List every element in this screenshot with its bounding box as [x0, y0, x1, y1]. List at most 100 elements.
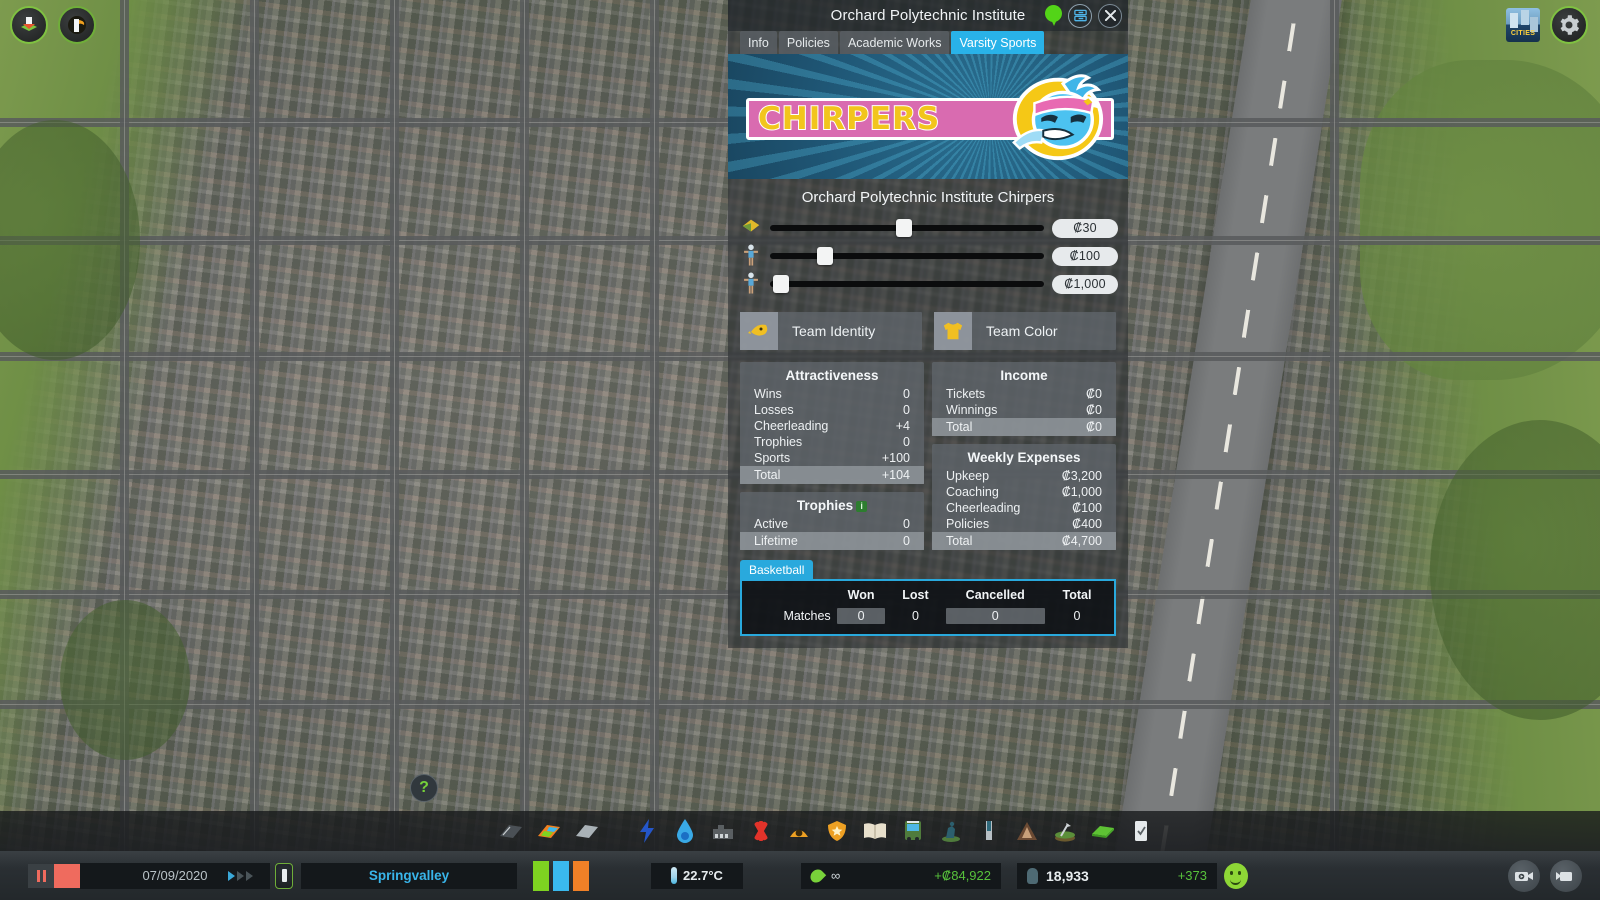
cities-skylines-dlc-icon[interactable]	[1506, 8, 1540, 42]
trophies-title: Trophies i	[740, 496, 924, 516]
matches-table: Won Lost Cancelled Total Matches 0 0 0 0	[750, 587, 1106, 626]
top-right-button-group	[1506, 6, 1588, 44]
team-identity-button[interactable]: Team Identity	[740, 312, 922, 350]
ticket-price-value: ₡30	[1052, 218, 1118, 238]
trophies-title-text: Trophies	[796, 498, 854, 513]
help-icon[interactable]: ?	[410, 774, 438, 802]
city-name-display[interactable]: Springvalley	[301, 862, 517, 889]
map-trees	[60, 600, 190, 760]
districts-icon[interactable]	[568, 812, 606, 850]
parks-icon[interactable]	[932, 812, 970, 850]
fire-icon[interactable]	[780, 812, 818, 850]
transport-icon[interactable]	[894, 812, 932, 850]
ticket-icon	[740, 215, 762, 241]
temperature-value: 22.7°C	[683, 868, 723, 883]
matches-total-cell: 0	[1048, 606, 1106, 626]
coaching-slider[interactable]	[770, 275, 1044, 293]
income-row: Winnings ₡0	[932, 402, 1116, 418]
import-export-icon[interactable]	[10, 6, 48, 44]
camera-icon[interactable]	[1550, 859, 1582, 892]
gear-icon[interactable]	[1550, 6, 1588, 44]
healthcare-icon[interactable]	[742, 812, 780, 850]
speed-indicator[interactable]	[54, 863, 80, 888]
map-trees	[0, 120, 140, 360]
commercial-demand-bar	[553, 860, 569, 891]
ticket-price-slider[interactable]	[770, 219, 1044, 237]
panel-titlebar: Orchard Polytechnic Institute	[728, 0, 1128, 31]
happiness-icon[interactable]	[1224, 862, 1248, 889]
column-header-total: Total	[1062, 588, 1092, 602]
sport-stats-box: Won Lost Cancelled Total Matches 0 0 0 0	[740, 579, 1116, 636]
speed-3x-button[interactable]	[246, 870, 253, 881]
stats-left-column: Attractiveness Wins 0 Losses 0 Cheerleadin…	[740, 362, 924, 550]
table-header-row: Won Lost Cancelled Total	[750, 587, 1106, 606]
tab-policies[interactable]: Policies	[778, 31, 838, 54]
slider-knob[interactable]	[816, 247, 833, 265]
speed-1x-button[interactable]	[228, 870, 235, 881]
garbage-icon[interactable]	[704, 812, 742, 850]
city-info-icon[interactable]	[275, 862, 293, 889]
row-key: Cheerleading	[754, 419, 829, 433]
attractiveness-total-row: Total +104	[740, 466, 924, 484]
slider-knob[interactable]	[772, 275, 789, 293]
slider-row-cheerleading: ₡100	[740, 242, 1118, 270]
map-highway	[1103, 0, 1347, 900]
row-value: ₡4,700	[1061, 534, 1102, 548]
info-views-icon[interactable]	[58, 6, 96, 44]
money-display: ∞ +₡84,922	[801, 862, 1001, 889]
expenses-total-row: Total ₡4,700	[932, 532, 1116, 550]
police-icon[interactable]	[818, 812, 856, 850]
row-value: +4	[895, 419, 910, 433]
close-icon[interactable]	[1098, 3, 1122, 28]
map-road	[120, 0, 129, 900]
attractiveness-title: Attractiveness	[785, 368, 879, 383]
table-row: Matches 0 0 0 0	[750, 606, 1106, 626]
zoning-icon[interactable]	[530, 812, 568, 850]
coach-icon	[740, 271, 762, 297]
unique-buildings-icon[interactable]	[970, 812, 1008, 850]
status-bar-buttons	[1508, 859, 1582, 892]
speed-controls	[228, 870, 253, 881]
row-key: Winnings	[946, 403, 998, 417]
info-icon[interactable]: i	[856, 501, 868, 512]
row-value: +104	[881, 468, 910, 482]
cheerleading-slider[interactable]	[770, 247, 1044, 265]
monuments-icon[interactable]	[1008, 812, 1046, 850]
attractiveness-row: Wins 0	[740, 386, 924, 402]
main-toolbar	[0, 811, 1600, 851]
row-value: 0	[903, 403, 910, 417]
checklist-icon[interactable]	[1122, 812, 1160, 850]
water-icon[interactable]	[666, 812, 704, 850]
slider-row-coaching: ₡1,000	[740, 270, 1118, 298]
income-card: Income Tickets ₡0 Winnings ₡0 Total ₡0	[932, 362, 1116, 436]
trophies-total-row: Lifetime 0	[740, 532, 924, 550]
electricity-icon[interactable]	[628, 812, 666, 850]
education-icon[interactable]	[856, 812, 894, 850]
tab-info[interactable]: Info	[740, 31, 777, 54]
row-key: Wins	[754, 387, 782, 401]
sport-tab-basketball[interactable]: Basketball	[740, 560, 814, 579]
landscaping-icon[interactable]	[1046, 812, 1084, 850]
map-trees	[1430, 420, 1600, 720]
location-pin-icon[interactable]	[1045, 4, 1062, 27]
tab-academic-works[interactable]: Academic Works	[839, 31, 950, 54]
money-delta: +₡84,922	[934, 868, 991, 883]
speed-2x-button[interactable]	[237, 870, 244, 881]
row-key: Sports	[754, 451, 791, 465]
roads-icon[interactable]	[492, 812, 530, 850]
stats-section: Attractiveness Wins 0 Losses 0 Cheerleadin…	[728, 352, 1128, 550]
slider-knob[interactable]	[896, 219, 913, 237]
tab-varsity-sports[interactable]: Varsity Sports	[951, 31, 1045, 54]
team-color-button[interactable]: Team Color	[934, 312, 1116, 350]
team-customization-buttons: Team Identity Team Color	[728, 302, 1128, 352]
row-key: Total	[946, 534, 973, 548]
sport-section: Basketball Won Lost Cancelled Total Matc…	[728, 550, 1128, 648]
replay-icon[interactable]	[1508, 859, 1540, 892]
varsity-sports-panel: Orchard Polytechnic Institute Info Polic…	[728, 0, 1128, 648]
banner-team-word: CHIRPERS	[757, 100, 941, 138]
thermometer-icon	[671, 867, 678, 884]
panel-tabs: Info Policies Academic Works Varsity Spo…	[728, 31, 1128, 54]
pause-button[interactable]	[28, 863, 54, 888]
list-view-icon[interactable]	[1068, 3, 1092, 28]
money-icon[interactable]	[1084, 812, 1122, 850]
